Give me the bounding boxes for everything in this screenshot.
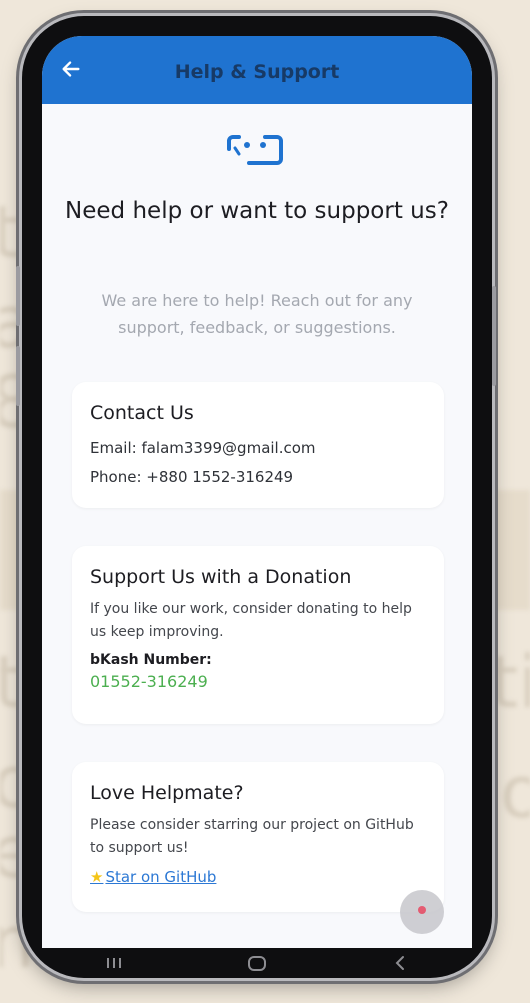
bkash-label: bKash Number:	[90, 652, 212, 668]
github-link-label: Star on GitHub	[105, 868, 217, 886]
bkash-number[interactable]: 01552-316249	[90, 672, 426, 691]
back-button[interactable]	[56, 54, 86, 84]
page-title: Help & Support	[174, 61, 340, 83]
home-icon	[247, 956, 266, 971]
contact-card: Contact Us Email: falam3399@gmail.com Ph…	[72, 382, 444, 508]
app-screen: Help & Support Need help or want to supp…	[42, 36, 472, 948]
star-on-github-link[interactable]: ★ Star on GitHub	[90, 868, 216, 886]
back-nav-icon	[395, 956, 405, 970]
donation-description: If you like our work, consider donating …	[90, 601, 412, 640]
arrow-left-icon	[62, 61, 80, 77]
recent-apps-icon	[106, 958, 121, 968]
contact-phone[interactable]: Phone: +880 1552-316249	[90, 463, 426, 492]
donation-title: Support Us with a Donation	[90, 566, 352, 588]
app-bar: Help & Support	[42, 36, 472, 104]
recent-apps-button[interactable]	[94, 951, 134, 975]
github-title: Love Helpmate?	[90, 782, 244, 804]
system-nav-bar	[42, 948, 472, 978]
contact-email[interactable]: Email: falam3399@gmail.com	[90, 434, 426, 463]
subtitle: We are here to help! Reach out for any s…	[101, 291, 413, 337]
headline: Need help or want to support us?	[65, 198, 449, 224]
github-card: Love Helpmate? Please consider starring …	[72, 762, 444, 912]
donation-card: Support Us with a Donation If you like o…	[72, 546, 444, 724]
phone-frame: Help & Support Need help or want to supp…	[16, 16, 496, 978]
star-icon: ★	[90, 868, 104, 886]
robot-face-icon	[227, 135, 283, 165]
contact-title: Contact Us	[90, 402, 194, 424]
home-button[interactable]	[237, 951, 277, 975]
floating-bubble[interactable]	[400, 890, 444, 934]
github-description: Please consider starring our project on …	[90, 817, 414, 856]
back-nav-button[interactable]	[380, 951, 420, 975]
